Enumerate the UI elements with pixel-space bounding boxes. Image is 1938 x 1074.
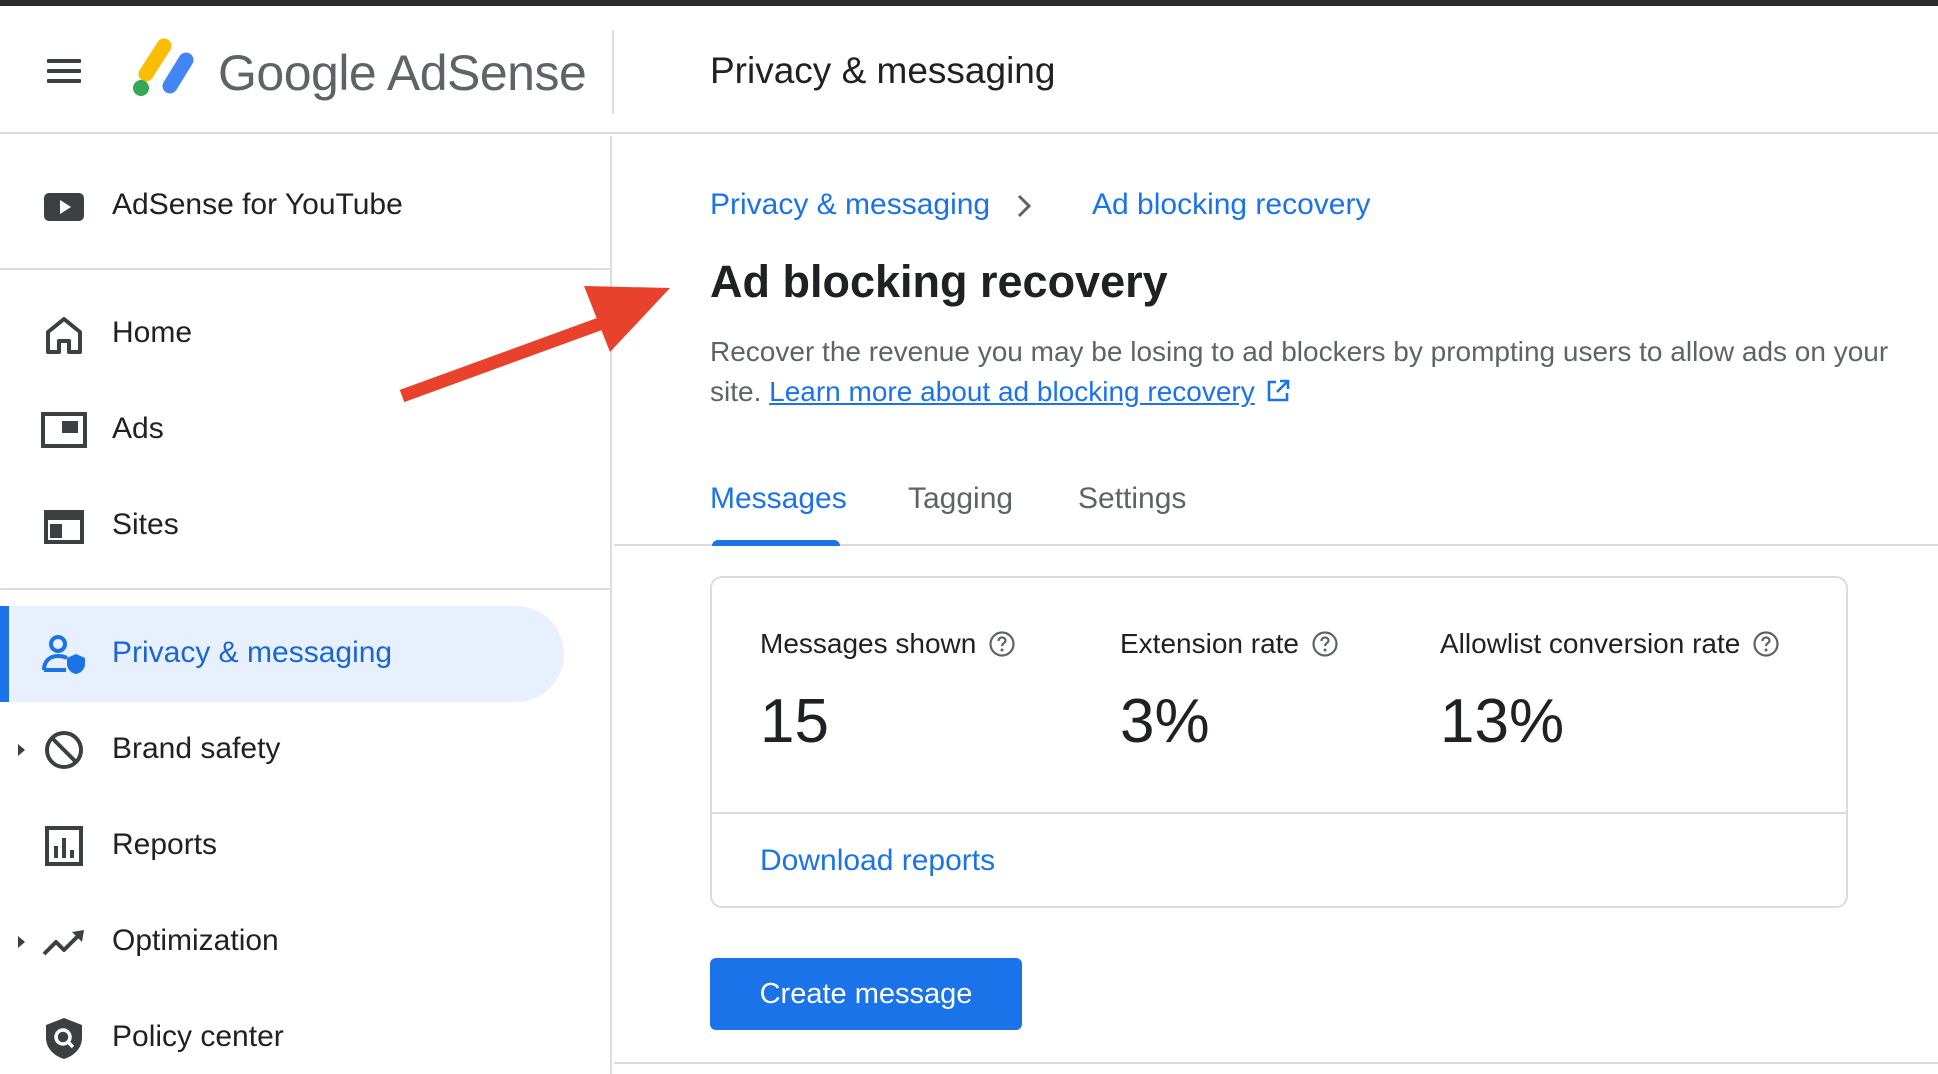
sidebar-item-label: Brand safety: [112, 732, 281, 765]
annotation-arrow-icon: [399, 286, 670, 403]
metric-messages-shown: Messages shown 15: [760, 628, 1016, 757]
tab-messages[interactable]: Messages: [710, 482, 847, 516]
metric-label: Messages shown: [760, 628, 1016, 660]
sidebar-item-label: Policy center: [112, 1020, 284, 1053]
sidebar-item-policy-center[interactable]: Policy center: [0, 990, 612, 1074]
metric-value: 3%: [1120, 687, 1210, 756]
metric-value: 15: [760, 687, 829, 756]
sites-icon: [44, 510, 84, 544]
metrics-card: Messages shown 15 Extension rate 3% Allo…: [710, 576, 1848, 908]
app-header: Google AdSense Privacy & messaging: [0, 6, 1938, 134]
section-divider: [614, 1062, 1938, 1064]
adsense-logo-icon: [133, 38, 194, 96]
sidebar-item-sites[interactable]: Sites: [0, 478, 612, 574]
metric-extension-rate: Extension rate 3%: [1120, 628, 1339, 757]
metric-value: 13%: [1440, 687, 1565, 756]
breadcrumb: Privacy & messaging Ad blocking recovery: [710, 188, 1370, 222]
policy-shield-icon: [46, 1018, 82, 1059]
chevron-right-icon: [1017, 194, 1032, 218]
learn-more-link[interactable]: Learn more about ad blocking recovery: [769, 376, 1255, 407]
sidebar-item-brand-safety[interactable]: Brand safety: [0, 702, 612, 798]
privacy-user-icon: [42, 635, 85, 674]
block-icon: [45, 731, 83, 769]
tab-settings[interactable]: Settings: [1078, 482, 1186, 516]
bar-chart-icon: [45, 826, 83, 866]
header-divider: [612, 30, 614, 114]
brand-name: Google AdSense: [218, 45, 587, 101]
home-icon: [46, 317, 82, 354]
main-menu-button[interactable]: [44, 55, 84, 85]
sidebar-item-adsense-for-youtube[interactable]: AdSense for YouTube: [0, 158, 612, 254]
active-tab-indicator: [712, 540, 840, 546]
page-title: Ad blocking recovery: [710, 256, 1168, 307]
metric-label: Allowlist conversion rate: [1440, 628, 1780, 660]
sidebar-item-label: Ads: [112, 412, 164, 445]
main-content: Privacy & messaging Ad blocking recovery…: [614, 136, 1938, 1074]
metric-label-text: Extension rate: [1120, 628, 1299, 659]
sidebar-item-label: Sites: [112, 508, 179, 541]
sidebar-divider: [0, 268, 612, 270]
card-divider: [712, 812, 1846, 814]
sidebar-item-label: Privacy & messaging: [112, 636, 393, 669]
expand-caret-icon[interactable]: [18, 936, 25, 948]
header-section-title: Privacy & messaging: [710, 50, 1056, 91]
metric-label-text: Allowlist conversion rate: [1440, 628, 1741, 659]
trending-up-icon: [42, 930, 84, 956]
sidebar-item-privacy-messaging[interactable]: Privacy & messaging: [0, 606, 612, 702]
tab-tagging[interactable]: Tagging: [908, 482, 1013, 516]
download-reports-link[interactable]: Download reports: [760, 844, 995, 878]
breadcrumb-current[interactable]: Ad blocking recovery: [1092, 188, 1370, 222]
help-icon[interactable]: [988, 630, 1016, 658]
ads-icon: [41, 412, 87, 448]
tab-bar: Messages Tagging Settings: [614, 466, 1938, 546]
sidebar-item-label: Reports: [112, 828, 218, 861]
create-message-button[interactable]: Create message: [710, 958, 1022, 1030]
sidebar-nav: AdSense for YouTube Home Ads Sites Priva…: [0, 136, 612, 1074]
metric-label: Extension rate: [1120, 628, 1339, 660]
open-in-new-icon[interactable]: [1265, 378, 1291, 404]
help-icon[interactable]: [1311, 630, 1339, 658]
sidebar-item-reports[interactable]: Reports: [0, 798, 612, 894]
sidebar-item-label: AdSense for YouTube: [112, 188, 403, 221]
metric-allowlist-conversion-rate: Allowlist conversion rate 13%: [1440, 628, 1780, 757]
page-description: Recover the revenue you may be losing to…: [710, 332, 1930, 412]
metric-label-text: Messages shown: [760, 628, 977, 659]
sidebar-item-label: Home: [112, 316, 193, 349]
sidebar-divider: [0, 588, 612, 590]
active-item-indicator: [0, 606, 9, 702]
sidebar-item-optimization[interactable]: Optimization: [0, 894, 612, 990]
breadcrumb-parent-link[interactable]: Privacy & messaging: [710, 188, 990, 221]
expand-caret-icon[interactable]: [18, 744, 25, 756]
help-icon[interactable]: [1752, 630, 1780, 658]
youtube-icon: [44, 193, 84, 221]
sidebar-item-label: Optimization: [112, 924, 279, 957]
